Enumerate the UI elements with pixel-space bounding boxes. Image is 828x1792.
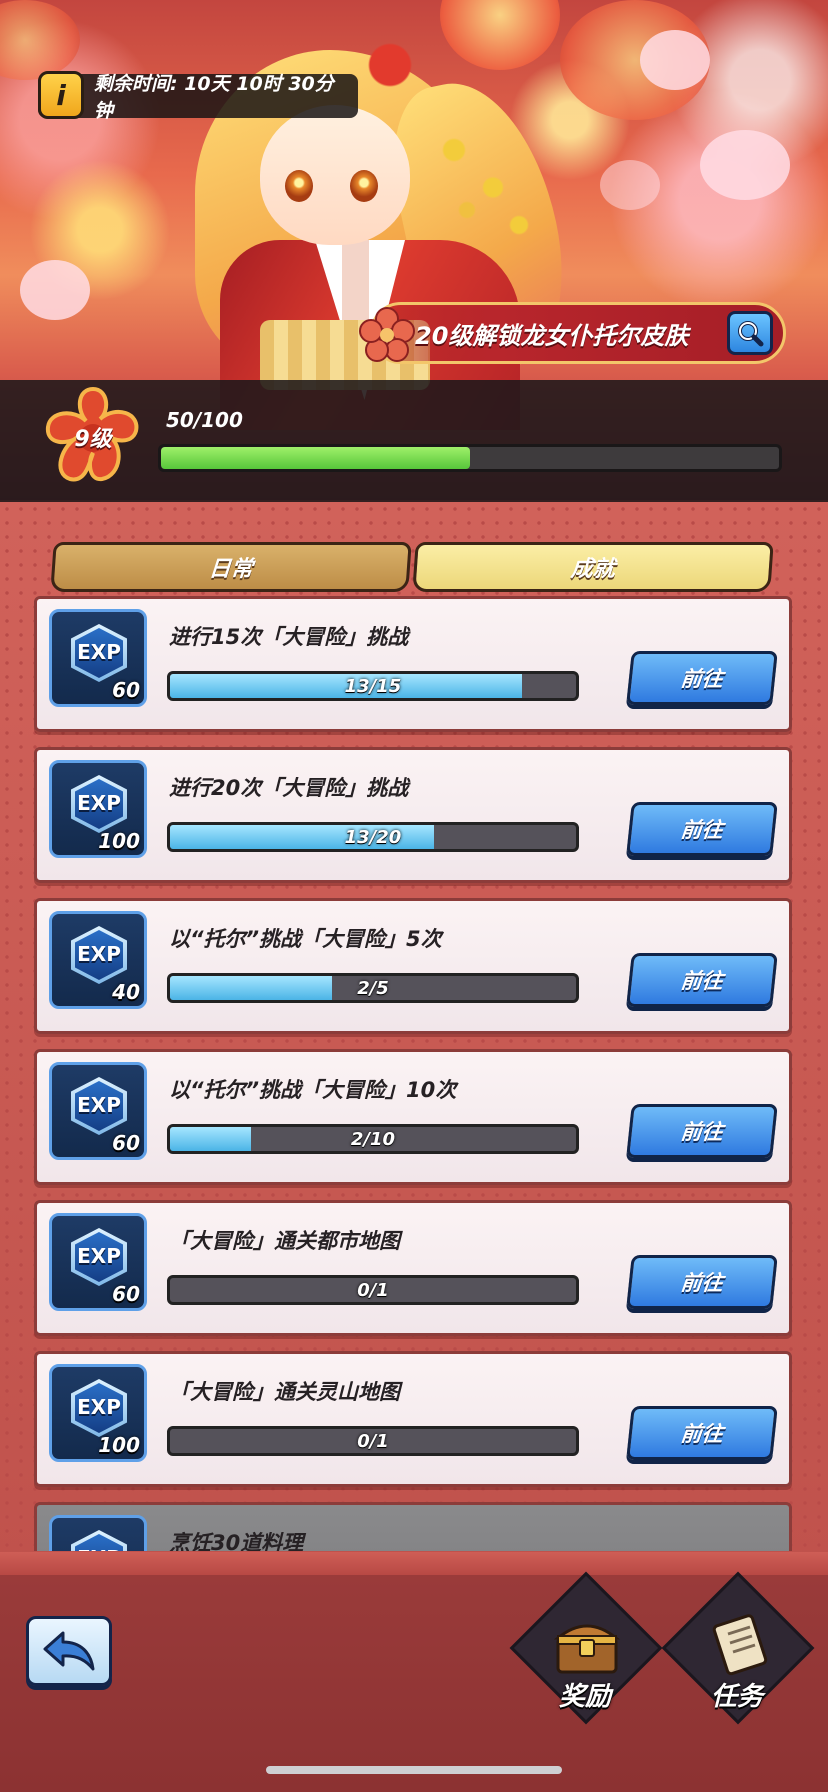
- exp-label: EXP: [77, 1395, 121, 1419]
- go-button-label: 前往: [679, 667, 725, 691]
- exp-reward-icon: EXP 60: [49, 1213, 147, 1311]
- task-card: EXP 60 以“托尔”挑战「大冒险」10次 2/10 前往: [34, 1049, 792, 1185]
- exp-amount: 60: [112, 1282, 140, 1306]
- exp-reward-icon: EXP: [49, 1515, 147, 1551]
- go-button[interactable]: 前往: [626, 1255, 778, 1309]
- task-card: EXP 60 进行15次「大冒险」挑战 13/15 前往: [34, 596, 792, 732]
- task-card: EXP 60 「大冒险」通关都市地图 0/1 前往: [34, 1200, 792, 1336]
- tab-achievements-label: 成就: [569, 557, 616, 582]
- petal-decoration: [700, 130, 790, 200]
- eye-shape: [350, 170, 378, 202]
- exp-label: EXP: [77, 640, 121, 664]
- lantern-decoration: [0, 0, 80, 80]
- xp-progress-bar: [158, 444, 782, 472]
- xp-progress-fill: [161, 447, 470, 469]
- time-remaining-pill: i 剩余时间: 10天 10时 30分钟: [38, 71, 358, 122]
- level-label: 9级: [74, 427, 112, 452]
- hair-ornament: [345, 30, 435, 100]
- go-button[interactable]: 前往: [626, 1104, 778, 1158]
- task-title: 进行20次「大冒险」挑战: [169, 776, 409, 800]
- task-progress-text: 2/5: [357, 977, 389, 999]
- go-button-label: 前往: [679, 1120, 725, 1144]
- exp-amount: 100: [98, 1433, 140, 1457]
- preview-skin-button[interactable]: [727, 311, 773, 355]
- task-title: 「大冒险」通关灵山地图: [169, 1380, 400, 1404]
- hair-ornament: [415, 105, 545, 255]
- exp-reward-icon: EXP 40: [49, 911, 147, 1009]
- task-title: 进行15次「大冒险」挑战: [169, 625, 409, 649]
- back-button[interactable]: [26, 1616, 112, 1686]
- home-indicator[interactable]: [266, 1766, 562, 1774]
- info-icon[interactable]: i: [38, 71, 84, 119]
- go-button[interactable]: 前往: [626, 1406, 778, 1460]
- rewards-label: 奖励: [558, 1682, 611, 1712]
- task-card: EXP 100 「大冒险」通关灵山地图 0/1 前往: [34, 1351, 792, 1487]
- task-progress-bar: 2/10: [167, 1124, 579, 1154]
- sakura-icon: [359, 307, 415, 362]
- petal-decoration: [20, 260, 90, 320]
- task-progress-bar: 0/1: [167, 1275, 579, 1305]
- task-progress-text: 2/10: [350, 1128, 396, 1150]
- go-button-label: 前往: [679, 1271, 725, 1295]
- exp-amount: 60: [112, 678, 140, 702]
- task-card: EXP 40 以“托尔”挑战「大冒险」5次 2/5 前往: [34, 898, 792, 1034]
- skin-unlock-banner: 20级解锁龙女仆托尔皮肤: [359, 302, 786, 364]
- unlock-text: 20级解锁龙女仆托尔皮肤: [415, 321, 689, 350]
- task-progress-bar: 0/1: [167, 1426, 579, 1456]
- tab-daily-label: 日常: [207, 557, 254, 582]
- exp-reward-icon: EXP 60: [49, 609, 147, 707]
- task-progress-bar: 13/15: [167, 671, 579, 701]
- tab-achievements[interactable]: 成就: [412, 542, 774, 592]
- exp-label: EXP: [77, 1093, 121, 1117]
- petal-decoration: [640, 30, 710, 90]
- exp-label: EXP: [64, 1546, 134, 1551]
- tasks-label: 任务: [710, 1682, 763, 1712]
- back-arrow-icon: [43, 1631, 95, 1671]
- exp-reward-icon: EXP 100: [49, 1364, 147, 1462]
- task-title: 以“托尔”挑战「大冒险」5次: [169, 927, 442, 951]
- exp-label: EXP: [77, 1244, 121, 1268]
- go-button[interactable]: 前往: [626, 651, 778, 705]
- eye-shape: [285, 170, 313, 202]
- task-list[interactable]: EXP 60 进行15次「大冒险」挑战 13/15 前往 EXP 100 进行20次「大冒险」…: [34, 596, 794, 1551]
- task-progress-text: 0/1: [357, 1279, 389, 1301]
- go-button-label: 前往: [679, 969, 725, 993]
- task-card: EXP 烹饪30道料理: [34, 1502, 792, 1551]
- go-button[interactable]: 前往: [626, 802, 778, 856]
- search-icon: [738, 321, 764, 347]
- task-progress-text: 13/20: [344, 826, 402, 848]
- task-progress-bar: 2/5: [167, 973, 579, 1003]
- task-progress-bar: 13/20: [167, 822, 579, 852]
- task-progress-text: 13/15: [344, 675, 402, 697]
- go-button-label: 前往: [679, 1422, 725, 1446]
- treasure-chest-icon: [553, 1624, 621, 1674]
- scroll-icon: [712, 1614, 768, 1676]
- tab-daily[interactable]: 日常: [50, 542, 412, 592]
- face-shape: [260, 105, 410, 245]
- exp-reward-icon: EXP 60: [49, 1062, 147, 1160]
- task-title: 烹饪30道料理: [169, 1531, 304, 1551]
- go-button[interactable]: 前往: [626, 953, 778, 1007]
- xp-text: 50/100: [166, 408, 243, 432]
- time-remaining-text: 剩余时间: 10天 10时 30分钟: [94, 73, 334, 122]
- task-progress-text: 0/1: [357, 1430, 389, 1452]
- task-title: 「大冒险」通关都市地图: [169, 1229, 400, 1253]
- exp-amount: 100: [98, 829, 140, 853]
- exp-label: EXP: [77, 942, 121, 966]
- go-button-label: 前往: [679, 818, 725, 842]
- task-card: EXP 100 进行20次「大冒险」挑战 13/20 前往: [34, 747, 792, 883]
- exp-amount: 40: [112, 980, 140, 1004]
- exp-amount: 60: [112, 1131, 140, 1155]
- petal-decoration: [600, 160, 660, 210]
- task-title: 以“托尔”挑战「大冒险」10次: [169, 1078, 457, 1102]
- exp-reward-icon: EXP 100: [49, 760, 147, 858]
- exp-label: EXP: [77, 791, 121, 815]
